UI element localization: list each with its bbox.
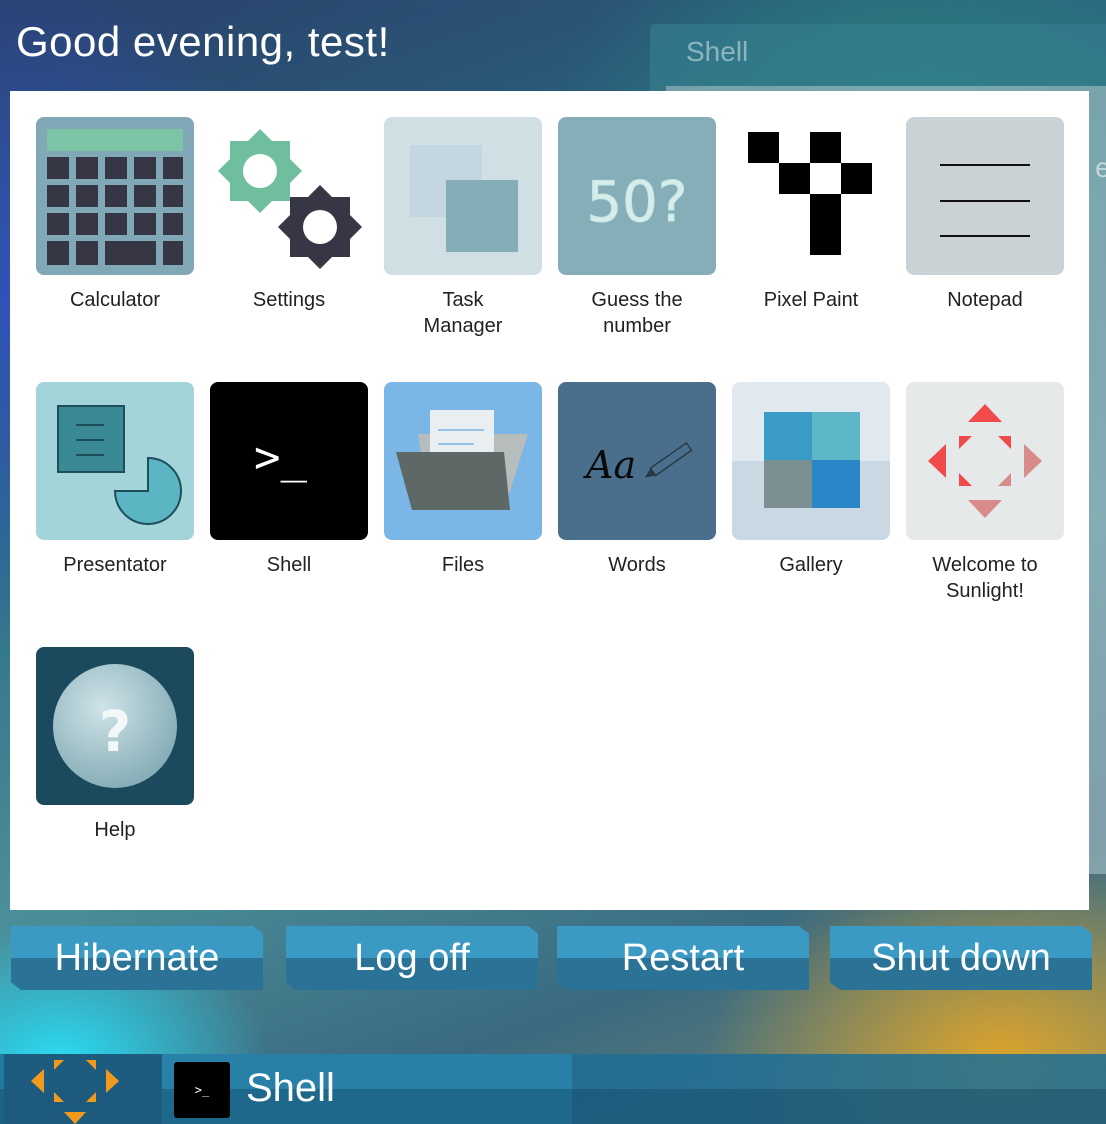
guess-number-text: 50? [587,170,688,235]
restart-button[interactable]: Restart [557,926,809,990]
help-icon: ? [36,647,194,805]
words-text: Aa [583,443,636,487]
app-label: Calculator [69,289,161,311]
taskbar-item-label: Shell [246,1066,335,1110]
app-notepad[interactable]: Notepad [898,117,1072,313]
app-label: Notepad [947,289,1023,311]
terminal-icon: >_ [174,1062,230,1118]
notepad-icon [906,117,1064,275]
gears-icon [210,117,368,275]
app-label: Gallery [779,554,843,576]
app-label: Task Manager [423,289,503,337]
app-label: Files [441,554,485,576]
app-welcome[interactable]: Welcome to Sunlight! [898,382,1072,604]
greeting-heading: Good evening, test! [16,18,390,65]
app-label: Pixel Paint [763,289,859,311]
app-gallery[interactable]: Gallery [724,382,898,578]
app-words[interactable]: Aa Words [550,382,724,578]
app-shell[interactable]: >_ Shell [202,382,376,578]
app-label: Words [608,554,666,576]
app-pixel-paint[interactable]: Pixel Paint [724,117,898,313]
app-label: Help [94,819,136,841]
app-label: Presentator [63,554,167,576]
calculator-icon [36,117,194,275]
task-manager-icon [384,117,542,275]
app-label: Settings [252,289,326,311]
app-settings[interactable]: Settings [202,117,376,313]
words-icon: Aa [558,382,716,540]
start-menu-panel: Calculator Settings Task Manager 50? Gue… [10,91,1089,910]
app-label: Welcome to Sunlight! [932,554,1038,602]
terminal-prompt-text: >_ [254,432,307,483]
app-label: Shell [266,554,312,576]
presentator-icon [36,382,194,540]
pixel-paint-icon [732,117,890,275]
app-task-manager[interactable]: Task Manager [376,117,550,339]
app-help[interactable]: ? Help [28,647,202,843]
app-calculator[interactable]: Calculator [28,117,202,313]
taskbar: >_ Shell [0,1036,1106,1124]
app-label: Guess the number [591,289,683,337]
terminal-icon: >_ [210,382,368,540]
sunlight-start-icon [31,1036,119,1124]
app-guess-the-number[interactable]: 50? Guess the number [550,117,724,339]
window-title: Shell [650,24,1106,86]
gallery-icon [732,382,890,540]
hibernate-button[interactable]: Hibernate [11,926,263,990]
taskbar-item-shell[interactable]: >_ Shell [162,1054,572,1124]
log-off-button[interactable]: Log off [286,926,538,990]
app-presentator[interactable]: Presentator [28,382,202,578]
app-files[interactable]: Files [376,382,550,578]
start-button[interactable] [4,1036,162,1124]
shut-down-button[interactable]: Shut down [830,926,1092,990]
guess-number-icon: 50? [558,117,716,275]
folder-icon [384,382,542,540]
sunlight-logo-icon [906,382,1064,540]
window-peek-text: er [1095,152,1106,183]
help-question-text: ? [99,700,131,765]
